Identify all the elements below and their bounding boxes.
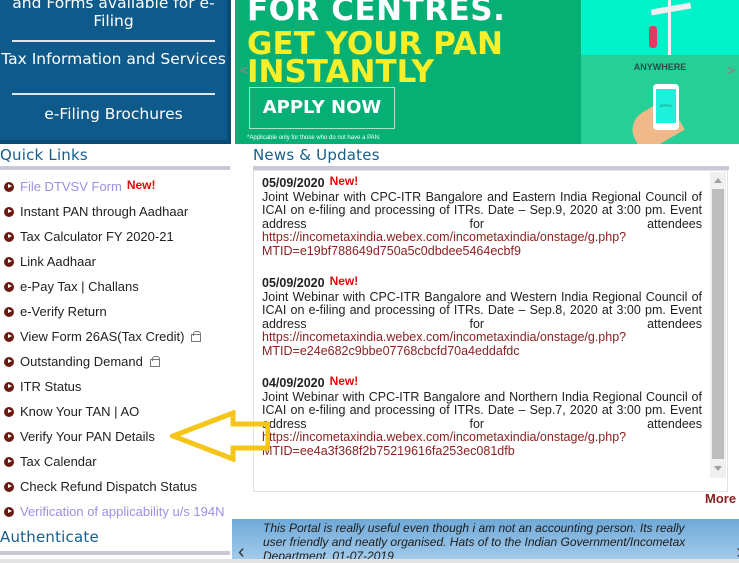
news-link[interactable]: https://incometaxindia.webex.com/incomet…: [262, 230, 702, 258]
testimonial-text: This Portal is really useful even though…: [263, 521, 686, 563]
quick-link-194n[interactable]: Verification of applicability u/s 194N: [0, 499, 231, 524]
quick-link-label[interactable]: Check Refund Dispatch Status: [20, 479, 197, 494]
banner-prev-arrow[interactable]: <: [240, 62, 248, 78]
quick-link-itr-status[interactable]: ITR Status: [0, 374, 231, 399]
quick-link-label[interactable]: ITR Status: [20, 379, 81, 394]
quick-links-list: File DTVSV Form New! Instant PAN through …: [0, 174, 231, 524]
news-title: News & Updates: [253, 146, 380, 164]
quick-link-outstanding-demand[interactable]: Outstanding Demand: [0, 349, 231, 374]
lock-icon: [191, 330, 202, 342]
bullet-arrow-icon: [4, 431, 14, 442]
menu-divider: [12, 40, 215, 42]
quick-link-refund-status[interactable]: Check Refund Dispatch Status: [0, 474, 231, 499]
quick-link-label[interactable]: e-Pay Tax | Challans: [20, 279, 139, 294]
banner-headline-1: FOR CENTRES.: [247, 0, 506, 28]
news-date: 05/09/2020: [262, 176, 325, 190]
bullet-arrow-icon: [4, 256, 14, 267]
annotation-arrow-icon: [170, 410, 270, 462]
lock-icon: [149, 355, 160, 367]
bullet-arrow-icon: [4, 481, 14, 492]
quick-link-everify-return[interactable]: e-Verify Return: [0, 299, 231, 324]
quick-link-label[interactable]: View Form 26AS(Tax Credit): [20, 329, 184, 344]
news-body: Joint Webinar with CPC-ITR Bangalore and…: [262, 389, 702, 431]
new-badge: New!: [329, 174, 359, 188]
bottom-divider: [0, 559, 739, 563]
quick-link-file-dtvsv[interactable]: File DTVSV Form New!: [0, 174, 231, 199]
new-badge: New!: [126, 177, 156, 192]
menu-item-forms[interactable]: and Forms available for e-Filing: [0, 0, 227, 30]
bullet-arrow-icon: [4, 506, 14, 517]
news-body: Joint Webinar with CPC-ITR Bangalore and…: [262, 189, 702, 231]
banner-caption: ANYWHERE: [633, 62, 687, 72]
banner-illustration: ANYWHERE APPLY >: [581, 0, 739, 144]
apply-now-button[interactable]: APPLY NOW: [249, 87, 395, 129]
news-body: Joint Webinar with CPC-ITR Bangalore and…: [262, 289, 702, 331]
banner-footnote: *Applicable only for those who do not ha…: [247, 135, 381, 141]
news-link[interactable]: https://incometaxindia.webex.com/incomet…: [262, 430, 702, 458]
news-date: 05/09/2020: [262, 276, 325, 290]
news-item: 05/09/2020 New! Joint Webinar with CPC-IT…: [262, 174, 702, 258]
bullet-arrow-icon: [4, 281, 14, 292]
authenticate-title: Authenticate: [0, 528, 99, 546]
quick-link-label[interactable]: Outstanding Demand: [20, 354, 143, 369]
news-more-link[interactable]: More: [705, 491, 736, 506]
bullet-arrow-icon: [4, 181, 14, 192]
news-panel: 05/09/2020 New! Joint Webinar with CPC-IT…: [253, 170, 728, 492]
bullet-arrow-icon: [4, 356, 14, 367]
news-item: 05/09/2020 New! Joint Webinar with CPC-IT…: [262, 274, 702, 358]
quick-link-epay-tax[interactable]: e-Pay Tax | Challans: [0, 274, 231, 299]
phone-screen-text: APPLY: [656, 89, 676, 123]
new-badge: New!: [329, 274, 359, 288]
quick-link-label[interactable]: File DTVSV Form: [20, 179, 122, 194]
bullet-arrow-icon: [4, 206, 14, 217]
quick-links-rule: [0, 166, 230, 170]
quick-link-label[interactable]: Instant PAN through Aadhaar: [20, 204, 188, 219]
quick-link-label[interactable]: e-Verify Return: [20, 304, 107, 319]
quick-link-label[interactable]: Verification of applicability u/s 194N: [20, 504, 225, 519]
quick-link-label[interactable]: Know Your TAN | AO: [20, 404, 139, 419]
scroll-down-icon[interactable]: [714, 466, 722, 471]
quick-link-instant-pan[interactable]: Instant PAN through Aadhaar: [0, 199, 231, 224]
quick-link-link-aadhaar[interactable]: Link Aadhaar: [0, 249, 231, 274]
menu-item-brochures[interactable]: e-Filing Brochures: [0, 105, 227, 123]
news-scrollbar[interactable]: [710, 172, 726, 478]
news-list: 05/09/2020 New! Joint Webinar with CPC-IT…: [262, 174, 702, 477]
authenticate-rule: [0, 551, 230, 555]
banner-next-arrow[interactable]: >: [727, 62, 735, 78]
person-icon: [649, 26, 657, 48]
phone-icon: APPLY: [653, 84, 679, 130]
scroll-up-icon[interactable]: [714, 178, 722, 183]
menu-item-tax-information[interactable]: Tax Information and Services: [0, 50, 227, 68]
quick-link-form-26as[interactable]: View Form 26AS(Tax Credit): [0, 324, 231, 349]
left-menu: and Forms available for e-Filing Tax Inf…: [0, 0, 231, 144]
quick-link-label[interactable]: Tax Calculator FY 2020-21: [20, 229, 174, 244]
quick-links-title: Quick Links: [0, 146, 88, 164]
testimonial-carousel: ‹ This Portal is really useful even thou…: [232, 519, 739, 563]
quick-link-label[interactable]: Link Aadhaar: [20, 254, 96, 269]
bullet-arrow-icon: [4, 381, 14, 392]
quick-link-label[interactable]: Verify Your PAN Details: [20, 429, 155, 444]
news-date: 04/09/2020: [262, 376, 325, 390]
bullet-arrow-icon: [4, 331, 14, 342]
quick-link-tax-calculator[interactable]: Tax Calculator FY 2020-21: [0, 224, 231, 249]
menu-divider: [12, 93, 215, 95]
bullet-arrow-icon: [4, 231, 14, 242]
banner-headline-3: INSTANTLY: [247, 54, 434, 90]
quick-link-label[interactable]: Tax Calendar: [20, 454, 97, 469]
new-badge: New!: [329, 374, 359, 388]
news-link[interactable]: https://incometaxindia.webex.com/incomet…: [262, 330, 702, 358]
news-item: 04/09/2020 New! Joint Webinar with CPC-IT…: [262, 374, 702, 458]
bullet-arrow-icon: [4, 306, 14, 317]
bullet-arrow-icon: [4, 456, 14, 467]
bullet-arrow-icon: [4, 406, 14, 417]
promo-banner[interactable]: FOR CENTRES. GET YOUR PAN INSTANTLY < AP…: [235, 0, 739, 144]
scroll-thumb[interactable]: [712, 189, 724, 459]
